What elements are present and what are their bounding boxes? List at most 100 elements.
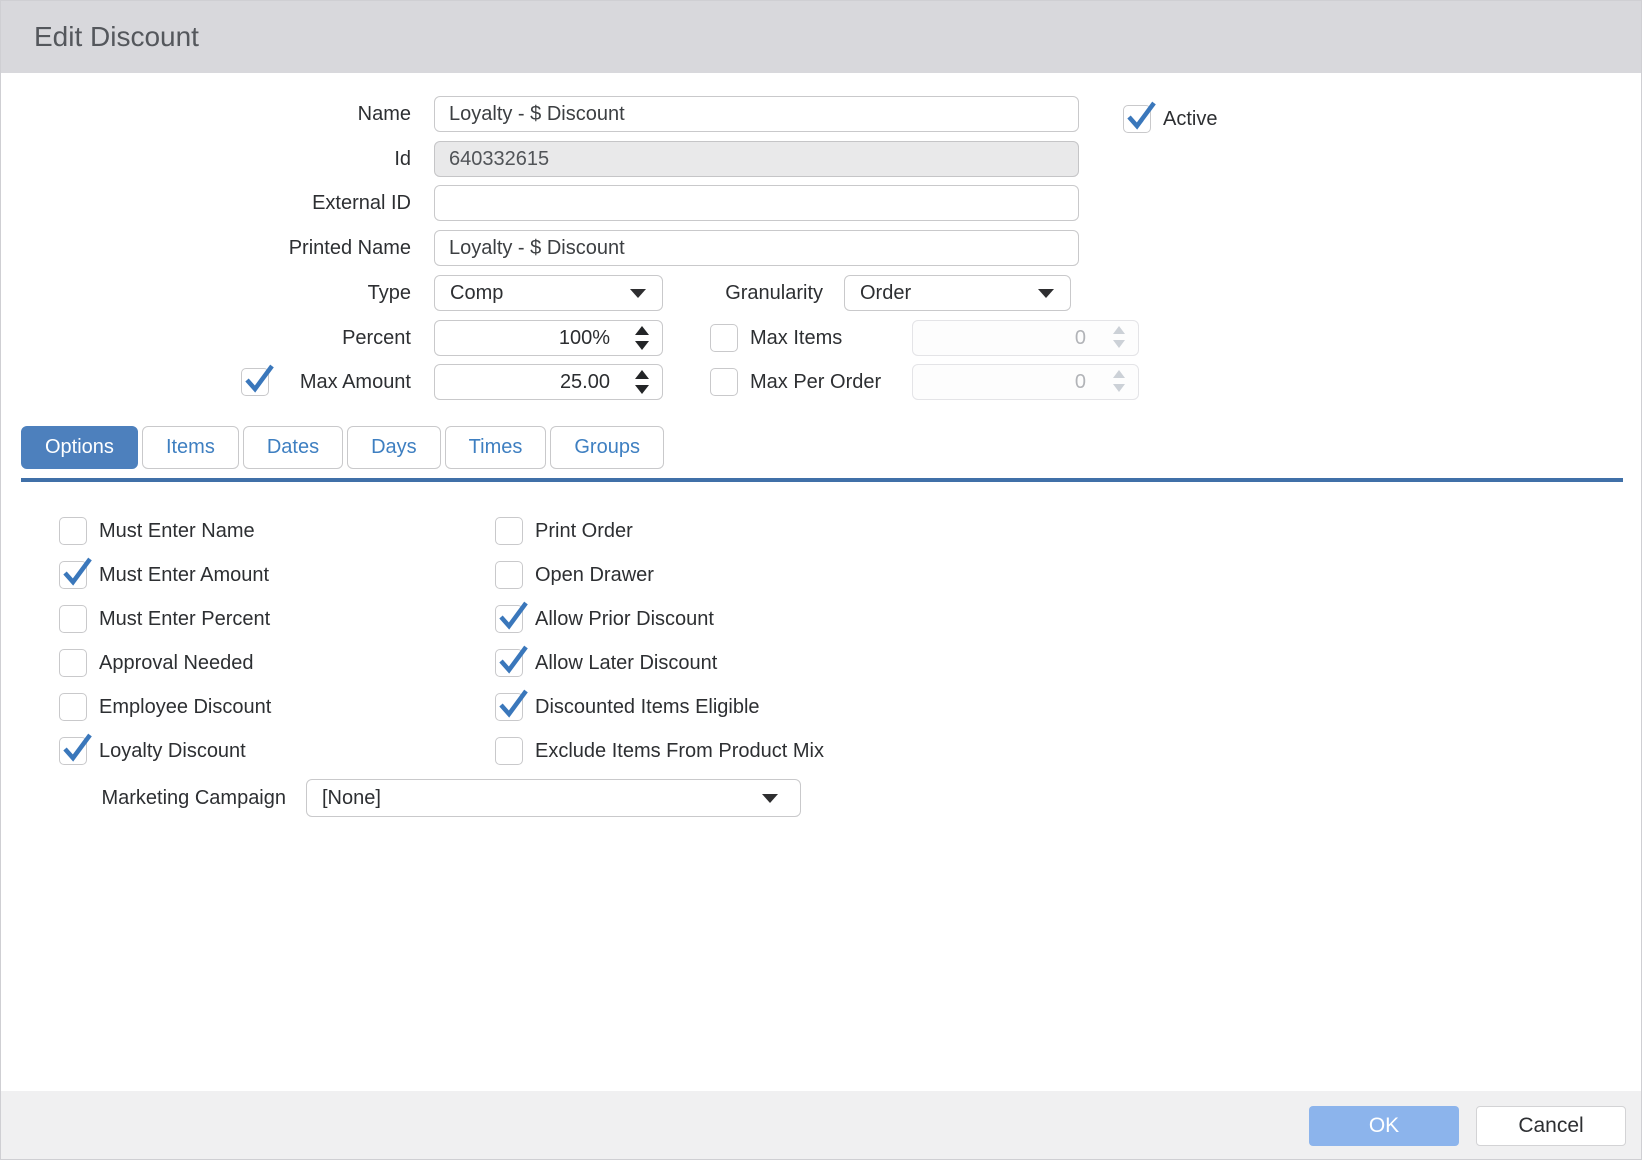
max-items-value: 0 xyxy=(1075,321,1086,355)
checkmark-icon xyxy=(1121,97,1159,135)
active-checkbox[interactable] xyxy=(1123,105,1151,133)
option-loyalty-discount[interactable]: Loyalty Discount xyxy=(59,737,271,765)
option-print-order[interactable]: Print Order xyxy=(495,517,824,545)
option-label: Discounted Items Eligible xyxy=(535,696,760,719)
checkbox[interactable] xyxy=(59,693,87,721)
option-employee-discount[interactable]: Employee Discount xyxy=(59,693,271,721)
checkbox[interactable] xyxy=(59,517,87,545)
max-items-checkbox[interactable] xyxy=(710,324,738,352)
checkbox[interactable] xyxy=(495,693,523,721)
tab-items[interactable]: Items xyxy=(142,426,239,469)
page-title: Edit Discount xyxy=(34,1,199,73)
stepper-arrows xyxy=(1113,370,1125,392)
max-amount-checkbox[interactable] xyxy=(241,368,269,396)
tab-dates[interactable]: Dates xyxy=(243,426,343,469)
type-value: Comp xyxy=(450,282,503,304)
tab-times[interactable]: Times xyxy=(445,426,547,469)
options-column-right: Print Order Open Drawer Allow Prior Disc… xyxy=(495,517,824,765)
option-must-enter-name[interactable]: Must Enter Name xyxy=(59,517,271,545)
option-discounted-items-eligible[interactable]: Discounted Items Eligible xyxy=(495,693,824,721)
checkbox[interactable] xyxy=(495,649,523,677)
step-up-icon[interactable] xyxy=(635,326,649,335)
max-amount-stepper[interactable]: 25.00 xyxy=(434,364,663,400)
checkmark-icon xyxy=(493,597,531,635)
checkmark-icon xyxy=(57,553,95,591)
step-down-icon xyxy=(1113,340,1125,348)
option-label: Print Order xyxy=(535,520,633,543)
id-input: 640332615 xyxy=(434,141,1079,177)
printed-name-label: Printed Name xyxy=(101,230,411,266)
step-down-icon xyxy=(1113,384,1125,392)
max-per-order-label: Max Per Order xyxy=(750,368,881,396)
marketing-campaign-dropdown[interactable]: [None] xyxy=(306,779,801,817)
name-input[interactable]: Loyalty - $ Discount xyxy=(434,96,1079,132)
marketing-campaign-label: Marketing Campaign xyxy=(36,779,286,817)
stepper-arrows[interactable] xyxy=(635,326,649,350)
option-exclude-items-from-product-mix[interactable]: Exclude Items From Product Mix xyxy=(495,737,824,765)
option-label: Exclude Items From Product Mix xyxy=(535,740,824,763)
chevron-down-icon xyxy=(762,794,778,803)
active-label: Active xyxy=(1163,105,1217,133)
checkbox[interactable] xyxy=(59,561,87,589)
chevron-down-icon xyxy=(1038,289,1054,298)
option-label: Must Enter Percent xyxy=(99,608,270,631)
option-label: Loyalty Discount xyxy=(99,740,246,763)
max-items-label: Max Items xyxy=(750,324,842,352)
cancel-button[interactable]: Cancel xyxy=(1476,1106,1626,1146)
option-allow-prior-discount[interactable]: Allow Prior Discount xyxy=(495,605,824,633)
max-per-order-stepper: 0 xyxy=(912,364,1139,400)
step-up-icon xyxy=(1113,326,1125,334)
step-up-icon xyxy=(1113,370,1125,378)
percent-label: Percent xyxy=(101,320,411,356)
checkbox[interactable] xyxy=(495,561,523,589)
option-label: Must Enter Amount xyxy=(99,564,269,587)
option-label: Allow Later Discount xyxy=(535,652,717,675)
option-label: Employee Discount xyxy=(99,696,271,719)
ok-button[interactable]: OK xyxy=(1309,1106,1459,1146)
option-allow-later-discount[interactable]: Allow Later Discount xyxy=(495,649,824,677)
tab-groups[interactable]: Groups xyxy=(550,426,664,469)
option-approval-needed[interactable]: Approval Needed xyxy=(59,649,271,677)
granularity-value: Order xyxy=(860,282,911,304)
max-amount-label: Max Amount xyxy=(279,368,411,396)
max-per-order-value: 0 xyxy=(1075,365,1086,399)
checkbox[interactable] xyxy=(495,737,523,765)
max-items-stepper: 0 xyxy=(912,320,1139,356)
percent-value: 100% xyxy=(559,321,610,355)
checkbox[interactable] xyxy=(495,517,523,545)
granularity-dropdown[interactable]: Order xyxy=(844,275,1071,311)
option-label: Allow Prior Discount xyxy=(535,608,714,631)
tab-bar: Options Items Dates Days Times Groups xyxy=(21,426,664,469)
printed-name-input[interactable]: Loyalty - $ Discount xyxy=(434,230,1079,266)
step-down-icon[interactable] xyxy=(635,341,649,350)
option-open-drawer[interactable]: Open Drawer xyxy=(495,561,824,589)
id-label: Id xyxy=(101,141,411,177)
percent-stepper[interactable]: 100% xyxy=(434,320,663,356)
edit-discount-dialog: Edit Discount Name Loyalty - $ Discount … xyxy=(0,0,1642,1160)
step-up-icon[interactable] xyxy=(635,370,649,379)
checkbox[interactable] xyxy=(59,649,87,677)
type-label: Type xyxy=(101,275,411,311)
stepper-arrows xyxy=(1113,326,1125,348)
external-id-input[interactable] xyxy=(434,185,1079,221)
name-label: Name xyxy=(101,96,411,132)
checkmark-icon xyxy=(493,685,531,723)
tab-days[interactable]: Days xyxy=(347,426,441,469)
options-column-left: Must Enter Name Must Enter Amount Must E… xyxy=(59,517,271,765)
marketing-campaign-value: [None] xyxy=(322,787,381,809)
checkbox[interactable] xyxy=(59,605,87,633)
stepper-arrows[interactable] xyxy=(635,370,649,394)
external-id-label: External ID xyxy=(101,185,411,221)
checkmark-icon xyxy=(239,360,277,398)
checkmark-icon xyxy=(57,729,95,767)
max-per-order-checkbox[interactable] xyxy=(710,368,738,396)
option-must-enter-percent[interactable]: Must Enter Percent xyxy=(59,605,271,633)
checkmark-icon xyxy=(493,641,531,679)
checkbox[interactable] xyxy=(59,737,87,765)
checkbox[interactable] xyxy=(495,605,523,633)
option-must-enter-amount[interactable]: Must Enter Amount xyxy=(59,561,271,589)
step-down-icon[interactable] xyxy=(635,385,649,394)
tab-options[interactable]: Options xyxy=(21,426,138,469)
dialog-footer: OK Cancel xyxy=(1,1091,1641,1160)
option-label: Must Enter Name xyxy=(99,520,255,543)
